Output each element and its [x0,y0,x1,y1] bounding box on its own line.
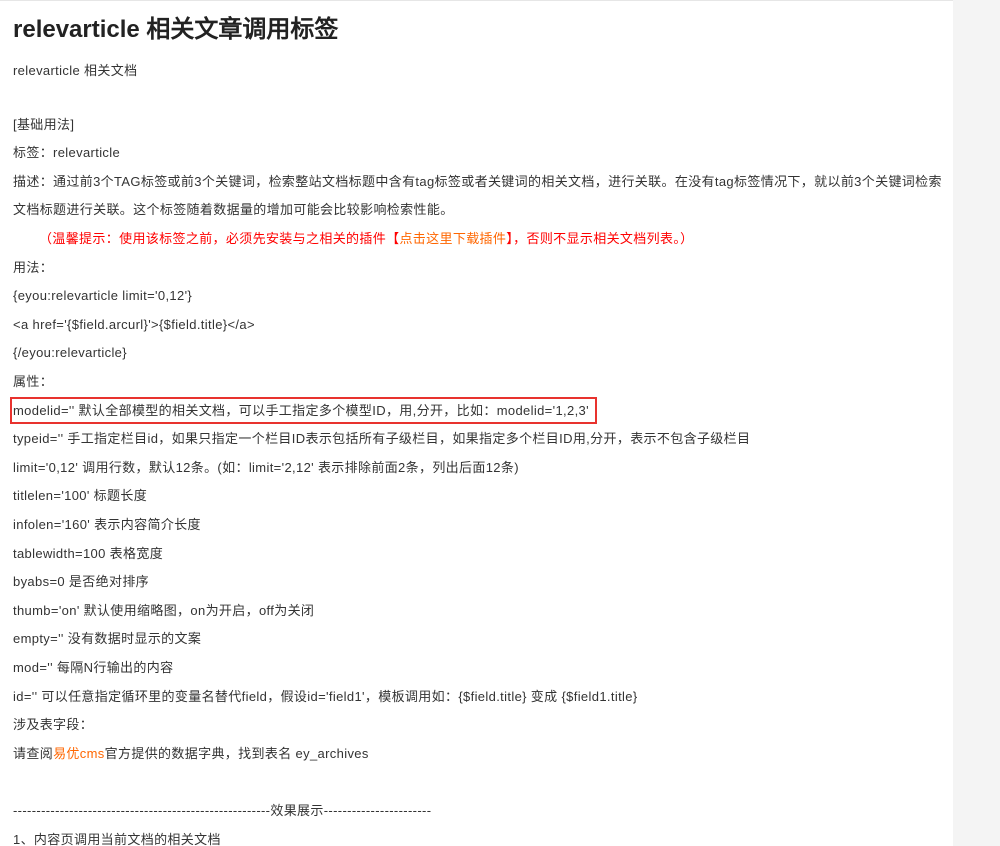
notice-text: 】，否则不显示相关文档列表。） [506,231,694,247]
attribute-line: infolen='160' 表示内容简介长度 [13,517,201,532]
attribute-line: id='' 可以任意指定循环里的变量名替代field，假设id='field1'… [13,688,638,704]
attribute-line: tablewidth=100 表格宽度 [13,545,164,561]
description-line: 文档标题进行关联。这个标签随着数据量的增加可能会比较影响检索性能。 [13,202,454,218]
article-content: relevarticle 相关文章调用标签 relevarticle 相关文档 … [0,0,953,846]
note-text: 官方提供的数据字典，找到表名 ey_archives [104,745,369,761]
plugin-notice: （温馨提示：使用该标签之前，必须先安装与之相关的插件【点击这里下载插件】，否则不… [0,225,953,254]
attribute-line: byabs=0 是否绝对排序 [13,574,150,590]
attribute-line: thumb='on' 默认使用缩略图，on为开启，off为关闭 [13,602,315,618]
attribute-line: empty='' 没有数据时显示的文案 [13,631,202,647]
section-heading-usage: 用法： [13,259,54,275]
notice-text: （温馨提示：使用该标签之前，必须先安装与之相关的插件【 [39,231,400,247]
description-line: 描述：通过前3个TAG标签或前3个关键词，检索整站文档标题中含有tag标签或者关… [13,173,942,189]
attribute-line-modelid: modelid='' 默认全部模型的相关文档，可以手工指定多个模型ID，用,分开… [0,397,953,426]
page-title: relevarticle 相关文章调用标签 [13,16,339,43]
right-sidebar [953,0,1000,846]
example-heading: 1、内容页调用当前文档的相关文档 [13,831,221,846]
data-dictionary-note: 请查阅易优cms官方提供的数据字典，找到表名 ey_archives [0,740,953,769]
effect-demo-separator: ----------------------------------------… [13,802,432,818]
attribute-line: limit='0,12' 调用行数，默认12条。(如：limit='2,12' … [13,459,519,475]
attribute-line: typeid='' 手工指定栏目id，如果只指定一个栏目ID表示包括所有子级栏目… [13,431,751,447]
code-line: {/eyou:relevarticle} [13,345,127,361]
subtitle: relevarticle 相关文档 [13,62,138,78]
attribute-line: titlelen='100' 标题长度 [13,488,148,504]
download-plugin-link[interactable]: 点击这里下载插件 [399,231,506,246]
section-heading-table-fields: 涉及表字段： [13,717,94,733]
page: relevarticle 相关文章调用标签 relevarticle 相关文档 … [0,0,1000,846]
code-line: <a href='{$field.arcurl}'>{$field.title}… [13,316,255,332]
section-heading-basic-usage: [基础用法] [13,116,75,132]
note-text: 请查阅 [13,745,54,761]
tag-name-line: 标签：relevarticle [13,145,121,161]
attribute-line: mod='' 每隔N行输出的内容 [13,659,174,675]
eyoucms-link[interactable]: 易优cms [53,746,105,761]
highlight-box: modelid='' 默认全部模型的相关文档，可以手工指定多个模型ID，用,分开… [10,397,597,425]
code-line: {eyou:relevarticle limit='0,12'} [13,288,193,304]
section-heading-attributes: 属性： [13,374,54,390]
